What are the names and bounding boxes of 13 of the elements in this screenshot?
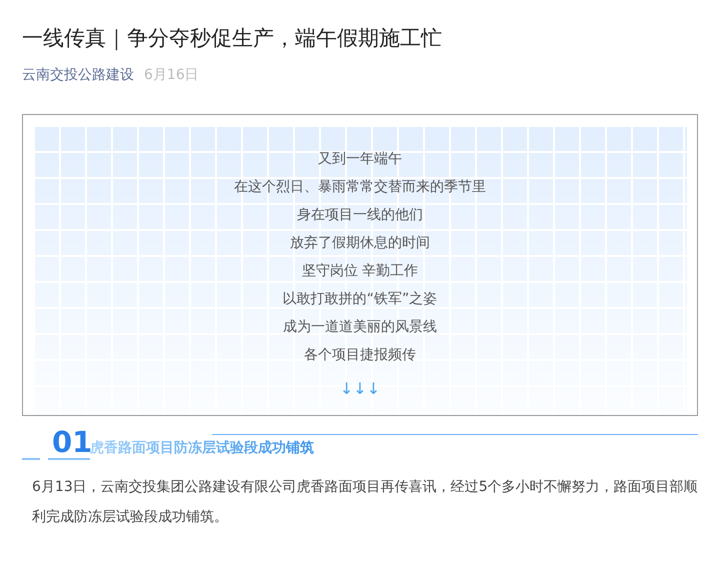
poem-line: 以敢打敢拼的“铁军”之姿	[282, 290, 438, 310]
poem-line: 各个项目捷报频传	[304, 346, 416, 366]
body-paragraph: 6月13日，云南交投集团公路建设有限公司虎香路面项目再传喜讯，经过5个多小时不懈努力，路面项目部顺利完成防冻层试验段成功铺筑。	[31, 478, 698, 528]
poem-line: 又到一年端午	[318, 150, 402, 170]
poem-line: 身在项目一线的他们	[297, 206, 423, 226]
poem-line: 在这个烈日、暴雨常常交替而来的季节里	[234, 178, 486, 198]
poem-line: 成为一道道美丽的风景线	[283, 318, 437, 338]
publish-date: 6月16日	[144, 66, 199, 86]
article-title: 一线传真｜争分夺秒促生产，端午假期施工忙	[22, 25, 443, 52]
source-link[interactable]: 云南交投公路建设	[22, 65, 134, 86]
poem-line: 坚守岗位 辛勤工作	[302, 262, 418, 282]
down-arrows: ↓↓↓	[340, 379, 380, 400]
poem-line: 放弃了假期休息的时间	[290, 234, 430, 254]
